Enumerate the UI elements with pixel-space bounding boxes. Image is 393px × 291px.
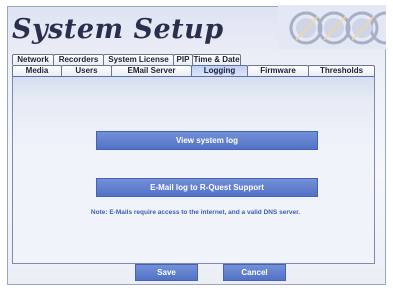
tab-row-back: Network Recorders System License PIP Tim… <box>12 54 241 65</box>
logging-tab-content <box>12 76 375 264</box>
tab-time-date[interactable]: Time & Date <box>192 54 241 65</box>
tab-network[interactable]: Network <box>12 54 54 65</box>
tab-firmware[interactable]: Firmware <box>247 65 309 76</box>
tab-pip[interactable]: PIP <box>173 54 193 65</box>
tab-media[interactable]: Media <box>12 65 62 76</box>
footer-bar: Save Cancel <box>12 264 375 285</box>
tab-thresholds[interactable]: Thresholds <box>308 65 375 76</box>
tab-email-server[interactable]: EMail Server <box>111 65 192 76</box>
email-requirements-note: Note: E-Mails require access to the inte… <box>90 209 301 216</box>
view-system-log-button[interactable]: View system log <box>96 131 318 150</box>
brand-logo <box>278 5 386 49</box>
tab-row-front: Media Users EMail Server Logging Firmwar… <box>12 65 375 76</box>
tab-users[interactable]: Users <box>61 65 112 76</box>
cancel-button[interactable]: Cancel <box>223 264 286 281</box>
email-log-button[interactable]: E-Mail log to R-Quest Support <box>96 178 318 197</box>
tab-system-license[interactable]: System License <box>103 54 174 65</box>
tab-logging[interactable]: Logging <box>191 65 248 76</box>
save-button[interactable]: Save <box>135 264 198 281</box>
page-title: System Setup <box>12 14 224 45</box>
tab-recorders[interactable]: Recorders <box>53 54 104 65</box>
